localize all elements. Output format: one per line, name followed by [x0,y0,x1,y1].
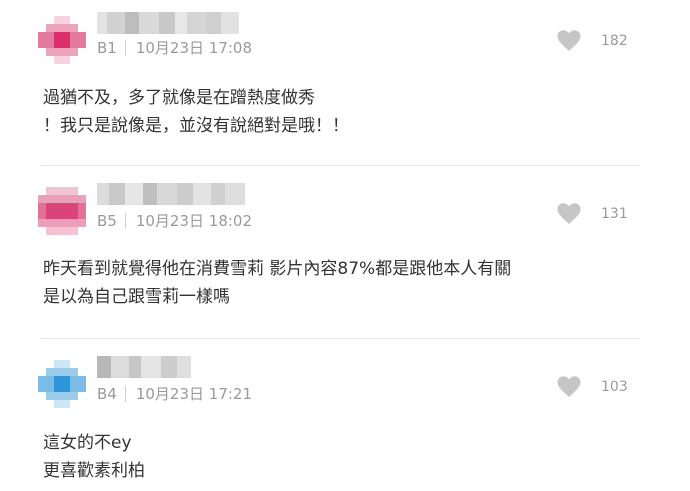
comment-line: 這女的不ey [43,433,132,453]
comment-meta: B4 10月23日 17:21 [97,383,252,404]
username-redacted[interactable] [97,356,191,378]
avatar[interactable] [38,360,86,408]
meta-divider [124,39,126,56]
comment-line: 過猶不及，多了就像是在蹭熱度做秀 [43,88,315,108]
like-count: 182 [601,33,628,49]
comment-text: 昨天看到就覺得他在消費雪莉 影片內容87%都是跟他本人有關 是以為自己跟雪莉一樣… [43,255,511,311]
avatar[interactable] [38,16,86,64]
comment-time: 10月23日 17:21 [135,385,253,403]
comment-item: B1 10月23日 17:08 182 過猶不及，多了就像是在蹭熱度做秀 ！我只… [0,0,690,166]
like-button[interactable] [557,203,581,225]
floor-number: B5 [97,211,117,230]
like-count: 131 [601,206,628,222]
comment-line: 昨天看到就覺得他在消費雪莉 影片內容87%都是跟他本人有關 [43,259,512,279]
floor-number: B1 [97,38,117,57]
heart-icon[interactable] [557,203,581,225]
comment-line: 更喜歡素利柏 [43,461,145,481]
comment-divider [41,338,641,339]
username-redacted[interactable] [97,12,239,34]
like-button[interactable] [557,30,581,52]
comment-time: 10月23日 18:02 [135,212,253,230]
meta-divider [124,385,126,402]
comment-item: B5 10月23日 18:02 131 昨天看到就覺得他在消費雪莉 影片內容87… [0,167,690,339]
heart-icon[interactable] [557,30,581,52]
comment-time: 10月23日 17:08 [135,39,253,57]
comment-text: 這女的不ey 更喜歡素利柏 [43,429,145,485]
comment-divider [41,165,641,166]
comment-text: 過猶不及，多了就像是在蹭熱度做秀 ！我只是說像是，並沒有說絕對是哦！！ [43,84,349,140]
comment-meta: B1 10月23日 17:08 [97,37,252,58]
floor-number: B4 [97,384,117,403]
comment-line: 是以為自己跟雪莉一樣嗎 [43,287,230,307]
avatar[interactable] [38,187,86,235]
comment-item: B4 10月23日 17:21 103 這女的不ey 更喜歡素利柏 [0,340,690,491]
comment-line: ！我只是說像是，並沒有說絕對是哦！！ [43,116,349,136]
like-button[interactable] [557,376,581,398]
meta-divider [124,212,126,229]
username-redacted[interactable] [97,183,245,205]
like-count: 103 [601,379,628,395]
comment-meta: B5 10月23日 18:02 [97,210,252,231]
heart-icon[interactable] [557,376,581,398]
